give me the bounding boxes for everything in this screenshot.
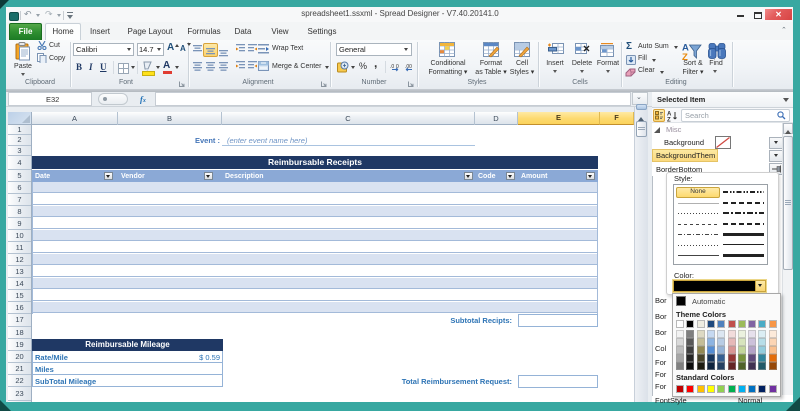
- svg-text:Z: Z: [667, 118, 671, 123]
- svg-text:0: 0: [396, 64, 399, 70]
